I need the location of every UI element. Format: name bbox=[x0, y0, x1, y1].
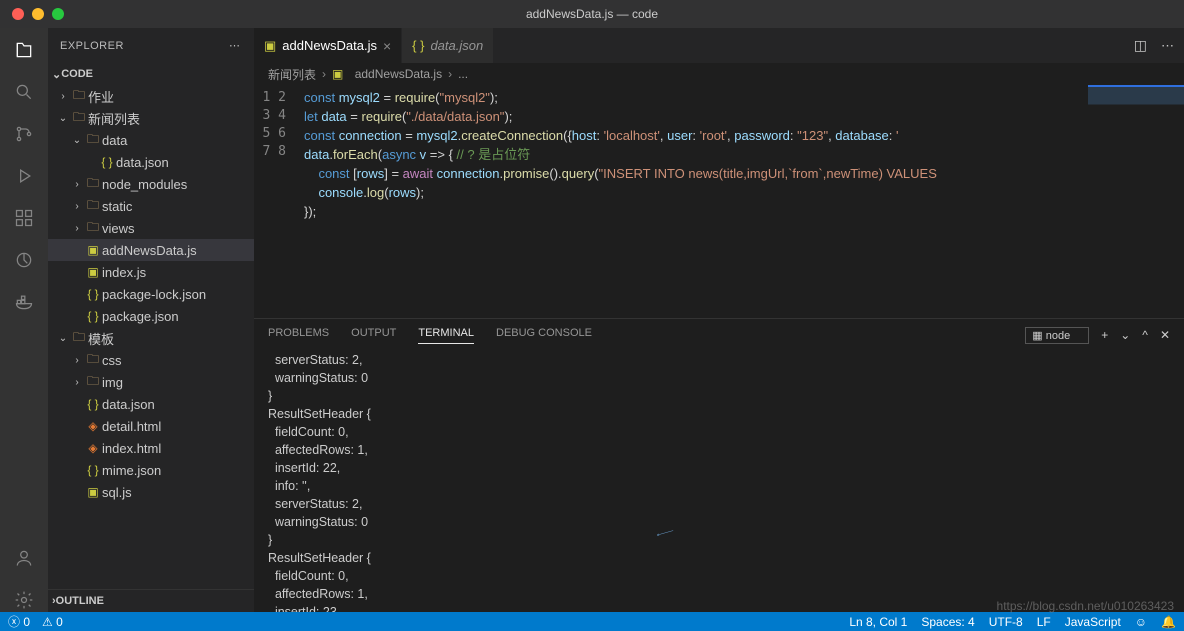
activity-bar bbox=[0, 28, 48, 612]
tree-item--[interactable]: ⌄🗀模板 bbox=[48, 327, 254, 349]
status-bell-icon[interactable]: 🔔 bbox=[1161, 615, 1176, 629]
tree-item-data-json[interactable]: { }data.json bbox=[48, 151, 254, 173]
terminal-shell-select[interactable]: ▦ node bbox=[1025, 327, 1089, 344]
settings-gear-icon[interactable] bbox=[12, 588, 36, 612]
explorer-icon[interactable] bbox=[12, 38, 36, 62]
minimap[interactable] bbox=[1088, 85, 1184, 318]
tree-item--[interactable]: ›🗀作业 bbox=[48, 85, 254, 107]
close-panel-icon[interactable]: ✕ bbox=[1160, 328, 1170, 342]
tab-problems[interactable]: PROBLEMS bbox=[268, 327, 329, 343]
status-spaces[interactable]: Spaces: 4 bbox=[921, 615, 974, 629]
maximize-panel-icon[interactable]: ^ bbox=[1142, 328, 1148, 342]
tree-item-img[interactable]: ›🗀img bbox=[48, 371, 254, 393]
sidebar-title: EXPLORER bbox=[60, 40, 124, 52]
account-icon[interactable] bbox=[12, 546, 36, 570]
split-terminal-icon[interactable]: ⌄ bbox=[1120, 328, 1130, 342]
sidebar-section-outline[interactable]: ›OUTLINE bbox=[48, 590, 254, 612]
tree-item-detail-html[interactable]: ◈detail.html bbox=[48, 415, 254, 437]
breadcrumb[interactable]: 新闻列表 ▣ addNewsData.js ... bbox=[254, 63, 1184, 85]
title-bar: addNewsData.js — code bbox=[0, 0, 1184, 28]
status-eol[interactable]: LF bbox=[1037, 615, 1051, 629]
line-gutter: 1 2 3 4 5 6 7 8 bbox=[254, 85, 304, 318]
annotation-arrow-icon bbox=[653, 522, 676, 545]
tree-item-package-lock-json[interactable]: { }package-lock.json bbox=[48, 283, 254, 305]
new-terminal-icon[interactable]: + bbox=[1101, 328, 1108, 342]
close-window-button[interactable] bbox=[12, 8, 24, 20]
sidebar-header: EXPLORER ⋯ bbox=[48, 28, 254, 63]
docker-icon[interactable] bbox=[12, 290, 36, 314]
editor-tab-data-json[interactable]: { }data.json bbox=[402, 28, 494, 63]
tree-item-package-json[interactable]: { }package.json bbox=[48, 305, 254, 327]
minimize-window-button[interactable] bbox=[32, 8, 44, 20]
tab-terminal[interactable]: TERMINAL bbox=[418, 327, 474, 344]
status-feedback-icon[interactable]: ☺ bbox=[1135, 615, 1147, 629]
source-control-icon[interactable] bbox=[12, 122, 36, 146]
tree-item-views[interactable]: ›🗀views bbox=[48, 217, 254, 239]
explorer-sidebar: EXPLORER ⋯ ⌄CODE ›🗀作业⌄🗀新闻列表⌄🗀data{ }data… bbox=[48, 28, 254, 612]
tree-item-css[interactable]: ›🗀css bbox=[48, 349, 254, 371]
tree-item--[interactable]: ⌄🗀新闻列表 bbox=[48, 107, 254, 129]
terminal-output[interactable]: serverStatus: 2, warningStatus: 0 } Resu… bbox=[254, 351, 1184, 612]
status-ln-col[interactable]: Ln 8, Col 1 bbox=[849, 615, 907, 629]
window-controls bbox=[0, 8, 64, 20]
extensions-icon[interactable] bbox=[12, 206, 36, 230]
tree-item-sql-js[interactable]: ▣sql.js bbox=[48, 481, 254, 503]
tree-item-index-js[interactable]: ▣index.js bbox=[48, 261, 254, 283]
search-icon[interactable] bbox=[12, 80, 36, 104]
editor-area: ▣addNewsData.js×{ }data.json ◫ ⋯ 新闻列表 ▣ … bbox=[254, 28, 1184, 612]
debug-icon[interactable] bbox=[12, 164, 36, 188]
tree-item-addNewsData-js[interactable]: ▣addNewsData.js bbox=[48, 239, 254, 261]
status-encoding[interactable]: UTF-8 bbox=[989, 615, 1023, 629]
close-tab-icon[interactable]: × bbox=[383, 38, 391, 54]
tree-item-node_modules[interactable]: ›🗀node_modules bbox=[48, 173, 254, 195]
status-language[interactable]: JavaScript bbox=[1065, 615, 1121, 629]
status-warnings[interactable]: ⚠ 0 bbox=[42, 615, 63, 629]
file-tree: ›🗀作业⌄🗀新闻列表⌄🗀data{ }data.json›🗀node_modul… bbox=[48, 85, 254, 589]
editor-tab-addNewsData-js[interactable]: ▣addNewsData.js× bbox=[254, 28, 402, 63]
split-editor-icon[interactable]: ◫ bbox=[1134, 37, 1147, 54]
maximize-window-button[interactable] bbox=[52, 8, 64, 20]
status-bar: ⓧ 0 ⚠ 0 Ln 8, Col 1 Spaces: 4 UTF-8 LF J… bbox=[0, 612, 1184, 631]
tree-item-data[interactable]: ⌄🗀data bbox=[48, 129, 254, 151]
sidebar-section-code[interactable]: ⌄CODE bbox=[48, 63, 254, 85]
tree-item-data-json[interactable]: { }data.json bbox=[48, 393, 254, 415]
window-title: addNewsData.js — code bbox=[0, 7, 1184, 21]
editor-tabs: ▣addNewsData.js×{ }data.json ◫ ⋯ bbox=[254, 28, 1184, 63]
status-errors[interactable]: ⓧ 0 bbox=[8, 613, 30, 630]
tree-item-index-html[interactable]: ◈index.html bbox=[48, 437, 254, 459]
tab-debug-console[interactable]: DEBUG CONSOLE bbox=[496, 327, 592, 343]
tree-item-mime-json[interactable]: { }mime.json bbox=[48, 459, 254, 481]
code-editor[interactable]: const mysql2 = require("mysql2"); let da… bbox=[304, 85, 1184, 318]
gitlens-icon[interactable] bbox=[12, 248, 36, 272]
tree-item-static[interactable]: ›🗀static bbox=[48, 195, 254, 217]
tab-more-icon[interactable]: ⋯ bbox=[1161, 38, 1174, 54]
sidebar-more-icon[interactable]: ⋯ bbox=[229, 39, 242, 52]
panel: PROBLEMS OUTPUT TERMINAL DEBUG CONSOLE ▦… bbox=[254, 318, 1184, 612]
tab-output[interactable]: OUTPUT bbox=[351, 327, 396, 343]
